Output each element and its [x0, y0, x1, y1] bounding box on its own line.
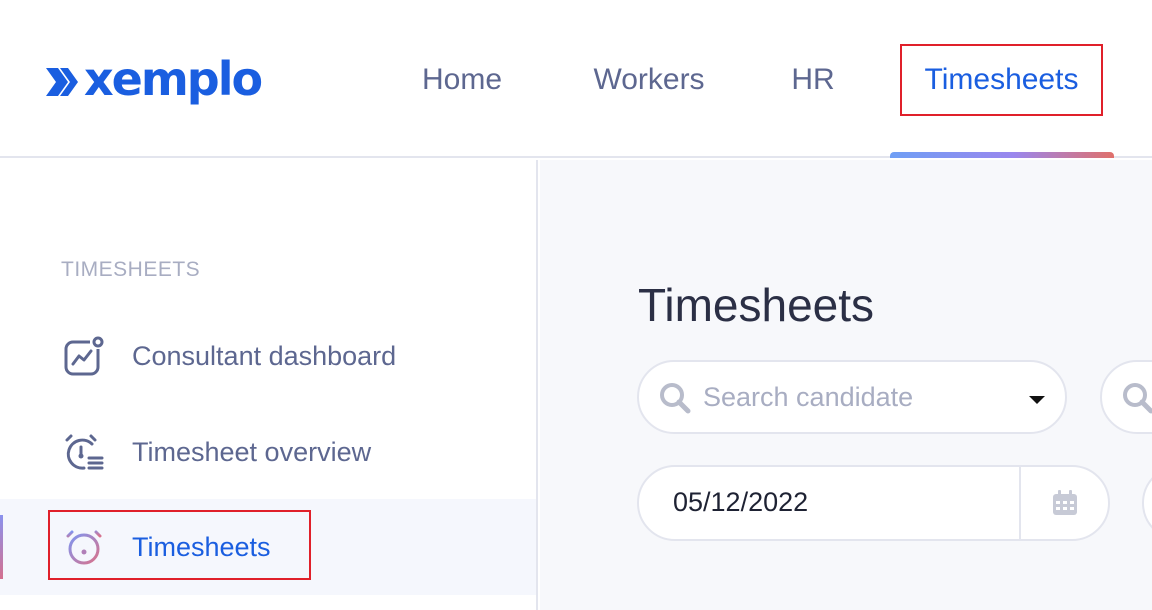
alarm-clock-icon — [60, 523, 108, 571]
sidebar-item-label: Consultant dashboard — [132, 340, 397, 371]
date-picker[interactable]: 05/12/2022 — [637, 465, 1110, 541]
chart-dashboard-icon — [60, 332, 108, 380]
sidebar-active-indicator — [0, 515, 3, 579]
search-icon — [1123, 383, 1152, 414]
sidebar-item-label: Timesheet overview — [132, 436, 372, 467]
secondary-search-field[interactable] — [1100, 360, 1152, 434]
secondary-date-field[interactable] — [1142, 465, 1152, 541]
search-candidate-dropdown[interactable]: Search candidate — [637, 360, 1067, 434]
search-input[interactable]: Search candidate — [703, 382, 913, 413]
date-input[interactable]: 05/12/2022 — [673, 487, 808, 518]
sidebar-item-timesheets[interactable]: Timesheets — [0, 499, 536, 595]
sidebar-heading: TIMESHEETS — [61, 258, 201, 281]
chevron-down-icon[interactable] — [1029, 396, 1045, 404]
sidebar-item-consultant-dashboard[interactable]: Consultant dashboard — [0, 308, 536, 404]
search-icon — [660, 383, 691, 414]
date-divider — [1019, 467, 1021, 539]
xemplo-logo-mark-icon — [46, 68, 78, 96]
nav-hr[interactable]: HR — [778, 44, 848, 116]
page-title: Timesheets — [638, 279, 875, 331]
sidebar: TIMESHEETS Consultant dashboard Timeshee… — [0, 160, 538, 610]
main-content: Timesheets Search candidate 05/12/2022 — [540, 160, 1152, 610]
sidebar-item-timesheet-overview[interactable]: Timesheet overview — [0, 404, 536, 500]
xemplo-logo[interactable]: xemplo — [42, 52, 263, 112]
nav-home[interactable]: Home — [406, 44, 518, 116]
nav-active-underline — [890, 152, 1114, 158]
sidebar-item-label: Timesheets — [132, 531, 271, 562]
logo-text: xemplo — [84, 52, 263, 106]
nav-workers[interactable]: Workers — [576, 44, 722, 116]
nav-timesheets[interactable]: Timesheets — [900, 44, 1103, 116]
top-header: xemplo Home Workers HR Timesheets — [0, 0, 1152, 158]
calendar-icon[interactable] — [1051, 489, 1079, 517]
clock-list-icon — [60, 428, 108, 476]
